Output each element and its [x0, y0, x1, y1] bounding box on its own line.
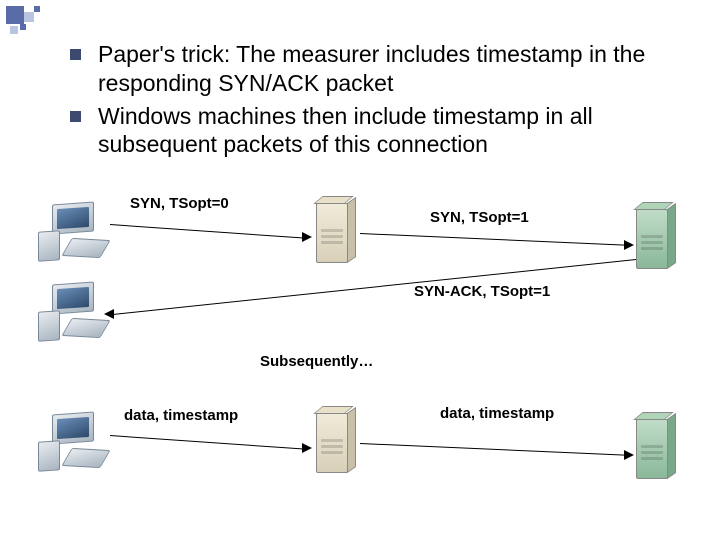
arrow-line	[360, 233, 628, 246]
bullet-list: Paper's trick: The measurer includes tim…	[70, 40, 660, 159]
measurer-server-icon	[316, 203, 356, 267]
arrow-label: SYN, TSopt=1	[430, 209, 529, 226]
arrow-head-icon	[624, 240, 634, 250]
client-computer-icon	[38, 413, 108, 473]
target-server-icon	[636, 209, 676, 273]
arrow-head-icon	[624, 450, 634, 460]
arrow-head-icon	[302, 232, 312, 242]
arrow-label: SYN-ACK, TSopt=1	[414, 283, 550, 300]
client-computer-icon	[38, 203, 108, 263]
arrow-label: data, timestamp	[124, 407, 238, 424]
arrow-line	[360, 443, 628, 456]
arrow-label: SYN, TSopt=0	[130, 195, 229, 212]
arrow-line	[110, 435, 306, 450]
subsequently-label: Subsequently…	[260, 353, 373, 370]
arrow-head-icon	[104, 309, 114, 319]
arrow-head-icon	[302, 443, 312, 453]
slide-text: Paper's trick: The measurer includes tim…	[0, 0, 720, 159]
measurer-server-icon	[316, 413, 356, 477]
bullet-item: Windows machines then include timestamp …	[70, 102, 660, 160]
arrow-line	[113, 259, 636, 315]
arrow-line	[110, 224, 306, 239]
arrow-label: data, timestamp	[440, 405, 554, 422]
target-server-icon	[636, 419, 676, 483]
bullet-item: Paper's trick: The measurer includes tim…	[70, 40, 660, 98]
diagram: SYN, TSopt=0 SYN, TSopt=1 SYN-ACK, TSopt…	[0, 185, 720, 525]
client-computer-icon	[38, 283, 108, 343]
